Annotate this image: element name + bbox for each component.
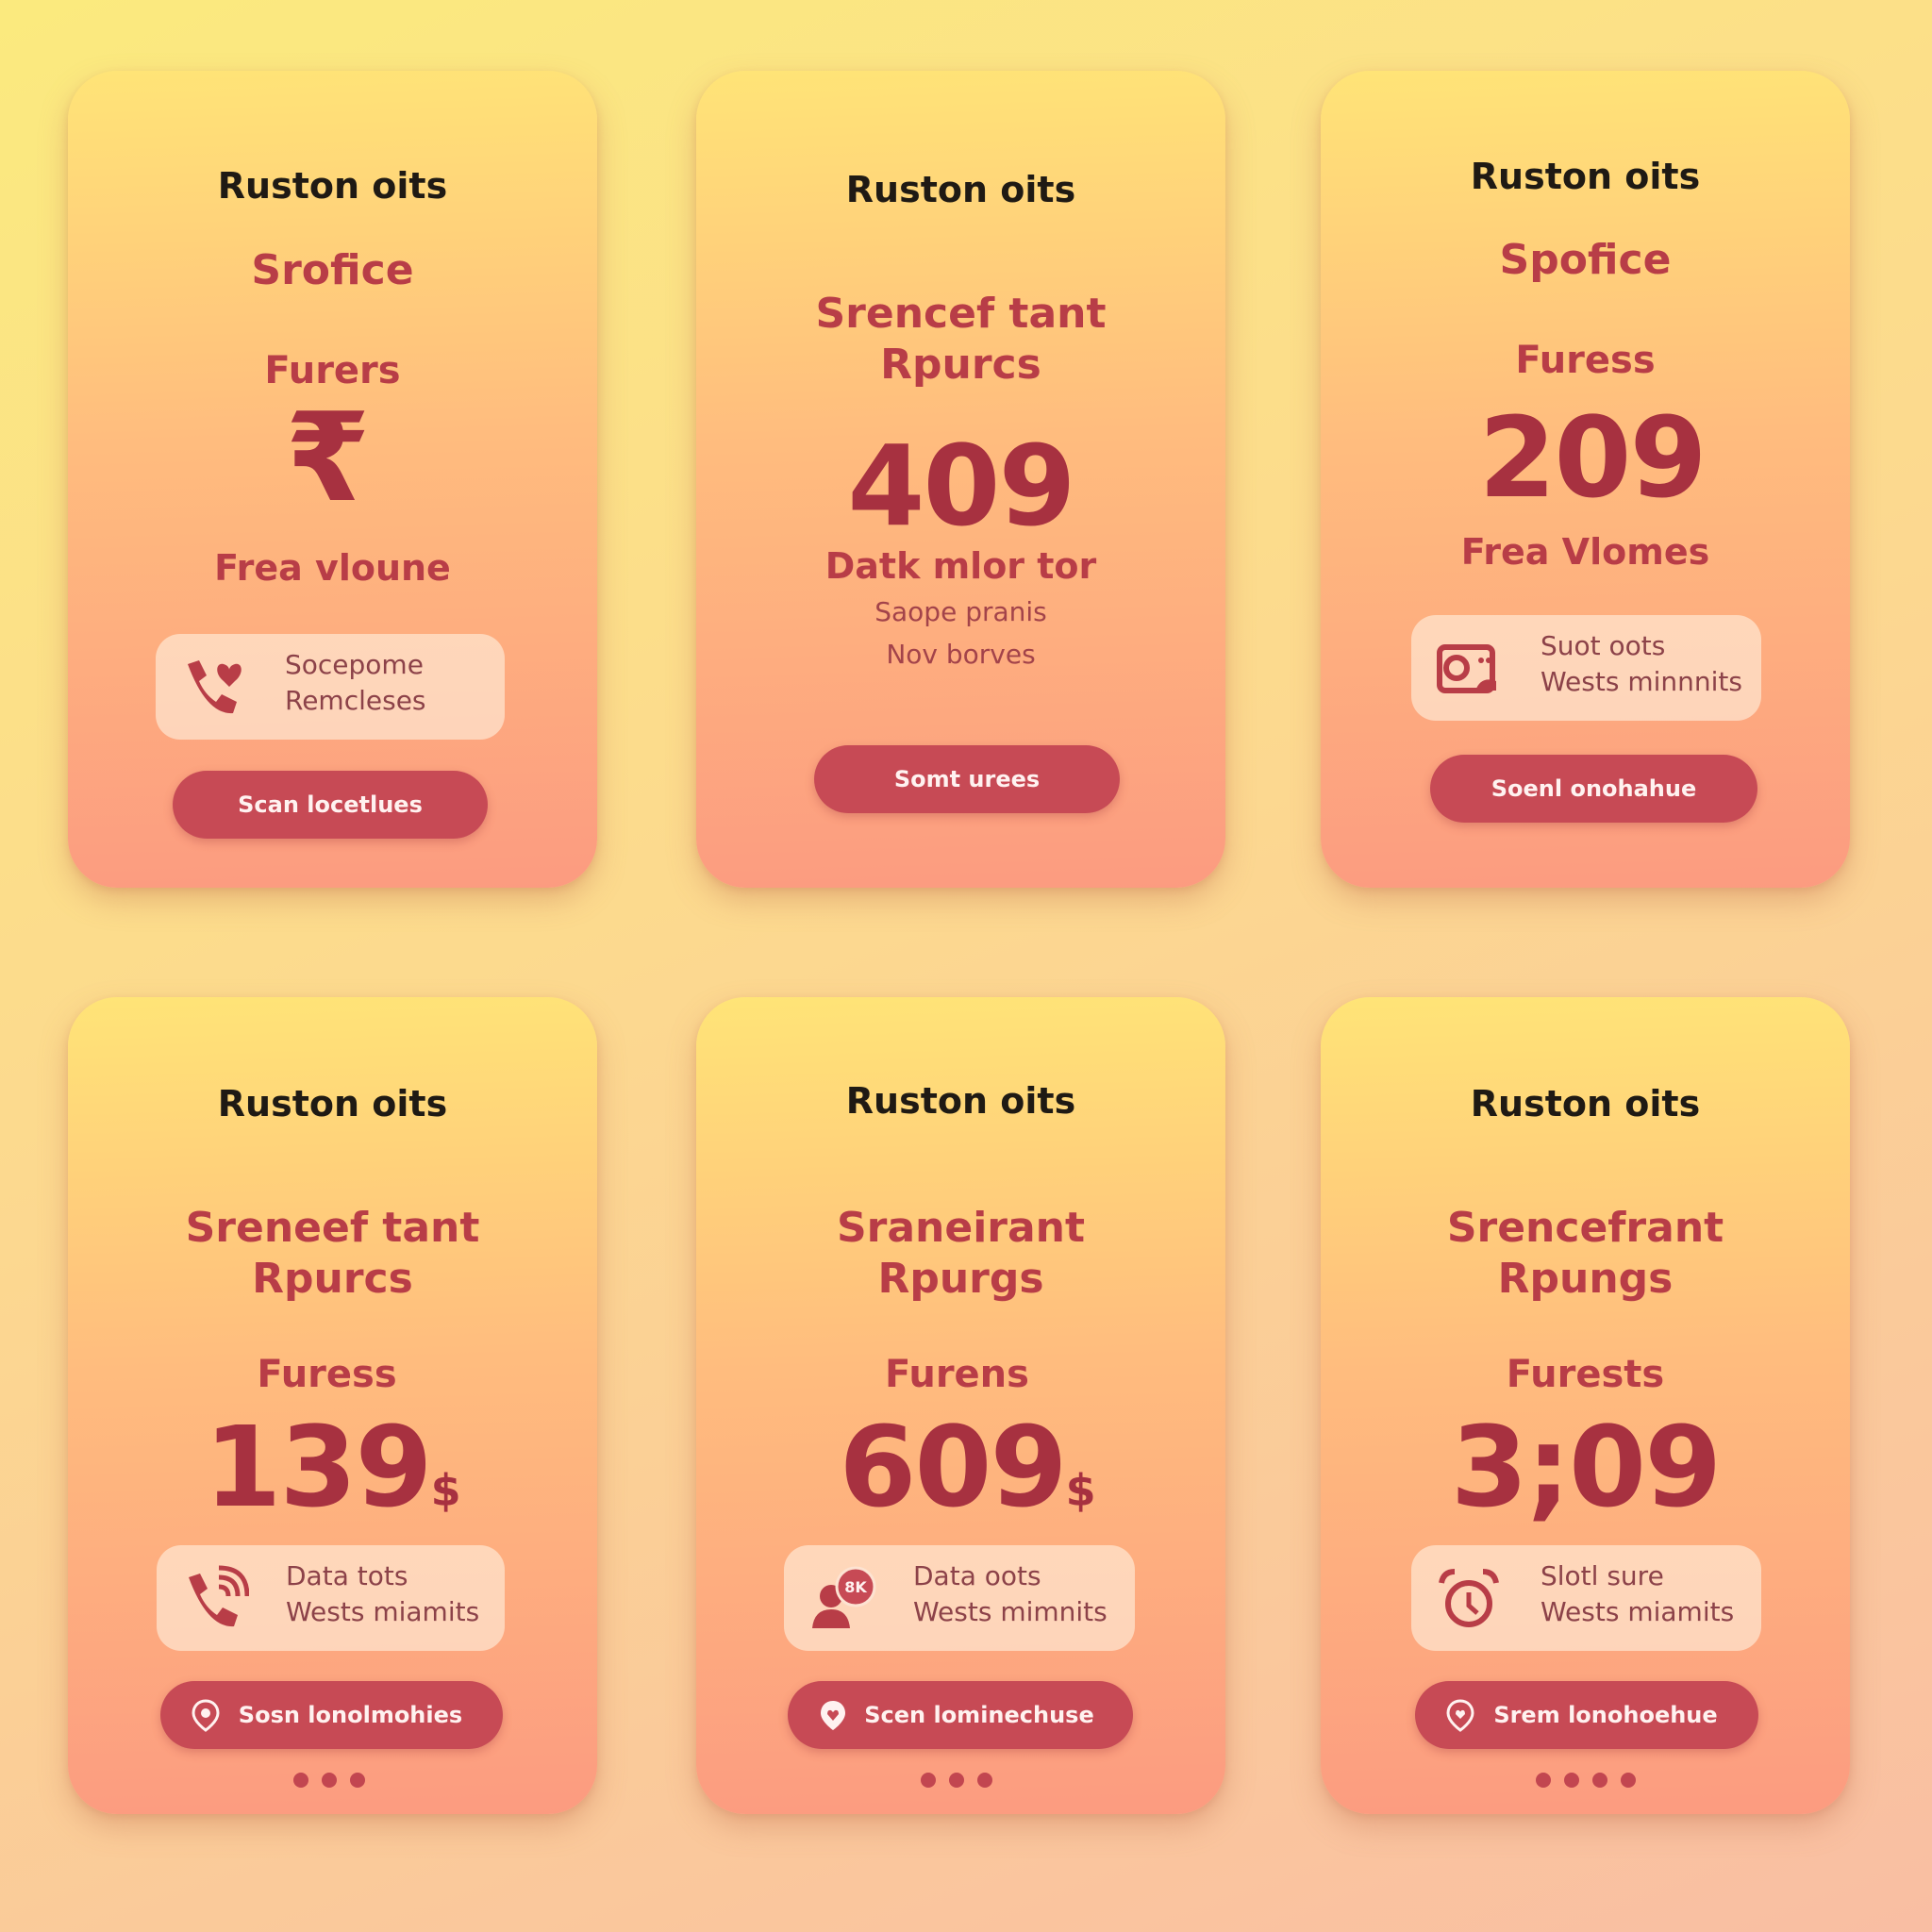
pricing-card-3: Ruston oits Spofice Furess 209 Frea Vlom… [1321, 71, 1850, 888]
scan-button-label: Srem lonohoehue [1493, 1702, 1718, 1728]
feature-line-2: Wests miamits [1541, 1596, 1735, 1627]
card-price: 139$ [204, 1402, 461, 1532]
page-dot[interactable] [321, 1773, 337, 1788]
page-dot[interactable] [292, 1773, 308, 1788]
scan-button[interactable]: Sosn lonolmohies [160, 1681, 503, 1749]
location-pin-icon [1446, 1699, 1474, 1732]
page-dot[interactable] [976, 1773, 992, 1788]
feature-line-2: Wests mimnits [913, 1596, 1108, 1627]
card-price: 409 [847, 421, 1075, 551]
page-dot[interactable] [1563, 1773, 1579, 1788]
card-label: Furests [1506, 1353, 1665, 1396]
card-note-2: Nov borves [886, 639, 1036, 670]
page-dot[interactable] [948, 1773, 964, 1788]
card-label: Furens [885, 1353, 1029, 1396]
card-note-1: Saope pranis [874, 596, 1047, 627]
feature-line-1: Suot oots [1541, 630, 1666, 661]
card-title: Ruston oits [217, 165, 448, 207]
camera-icon [1437, 644, 1496, 693]
page-dot[interactable] [1620, 1773, 1636, 1788]
card-title: Ruston oits [1470, 156, 1701, 197]
location-pin-icon [821, 1701, 845, 1730]
pricing-card-1: Ruston oits Srofice Furers ₹ Frea vloune… [68, 71, 597, 888]
phone-heart-icon [188, 660, 242, 714]
scan-button[interactable]: Scan locetlues [173, 771, 488, 839]
card-subtitle: Sreneef tant Rpurcs [185, 1204, 480, 1303]
scan-button[interactable]: Srem lonohoehue [1415, 1681, 1758, 1749]
page-dot[interactable] [349, 1773, 365, 1788]
card-title: Ruston oits [217, 1083, 448, 1124]
card-tagline: Datk mlor tor [824, 545, 1097, 587]
pricing-card-6: Ruston oits Srencefrant Rpungs Furests 3… [1321, 997, 1850, 1814]
feature-box: Slotl sure Wests miamits [1411, 1545, 1761, 1651]
card-label: Furess [1515, 339, 1656, 382]
card-title: Ruston oits [1470, 1083, 1701, 1124]
card-subtitle: Spofice [1499, 236, 1672, 284]
alarm-clock-icon [1439, 1569, 1499, 1627]
card-price: 3;09 [1450, 1402, 1723, 1532]
page-dot[interactable] [1591, 1773, 1607, 1788]
page-dot[interactable] [920, 1773, 936, 1788]
pricing-card-4: Ruston oits Sreneef tant Rpurcs Furess 1… [68, 997, 597, 1814]
feature-line-1: Socepome [285, 649, 424, 680]
card-price: 609$ [839, 1402, 1096, 1532]
card-subtitle: Srencefrant Rpungs [1446, 1204, 1724, 1303]
feature-line-1: Data tots [286, 1560, 408, 1591]
feature-box: 8K Data oots Wests mimnits [784, 1545, 1135, 1651]
card-title: Ruston oits [845, 1080, 1076, 1122]
feature-line-1: Data oots [913, 1560, 1041, 1591]
card-tagline: Frea vloune [214, 547, 451, 589]
pricing-card-5: Ruston oits Sraneirant Rpurgs Furens 609… [696, 997, 1225, 1814]
feature-box: Data tots Wests miamits [157, 1545, 505, 1651]
location-pin-icon [192, 1699, 220, 1732]
scan-button[interactable]: Scen lominechuse [788, 1681, 1133, 1749]
feature-line-1: Slotl sure [1541, 1560, 1664, 1591]
card-price: 209 [1478, 392, 1707, 523]
scan-button[interactable]: Soenl onohahue [1430, 755, 1757, 823]
feature-line-2: Remcleses [285, 685, 426, 716]
scan-button-label: Scen lominechuse [864, 1702, 1094, 1728]
card-tagline: Frea Vlomes [1460, 531, 1710, 573]
pagination-dots[interactable] [60, 1773, 597, 1788]
card-title: Ruston oits [845, 169, 1076, 210]
page-dot[interactable] [1535, 1773, 1551, 1788]
scan-button[interactable]: Somt urees [814, 745, 1120, 813]
feature-box: Suot oots Wests minnnits [1411, 615, 1761, 721]
card-subtitle: Srofice [251, 246, 414, 294]
pagination-dots[interactable] [1321, 1773, 1850, 1788]
pricing-card-2: Ruston oits Srencef tant Rpurcs 409 Datk… [696, 71, 1225, 888]
scan-button-label: Sosn lonolmohies [238, 1702, 463, 1728]
badge-text: 8K [844, 1578, 867, 1596]
pagination-dots[interactable] [687, 1773, 1225, 1788]
user-badge-icon: 8K [812, 1566, 876, 1628]
feature-line-2: Wests minnnits [1541, 666, 1742, 697]
feature-box: Socepome Remcleses [156, 634, 505, 740]
card-subtitle: Srencef tant Rpurcs [815, 290, 1107, 389]
feature-line-2: Wests miamits [286, 1596, 480, 1627]
rupee-icon: ₹ [285, 386, 371, 529]
card-subtitle: Sraneirant Rpurgs [836, 1204, 1086, 1303]
phone-ringing-icon [189, 1565, 249, 1627]
card-label: Furess [257, 1353, 397, 1396]
